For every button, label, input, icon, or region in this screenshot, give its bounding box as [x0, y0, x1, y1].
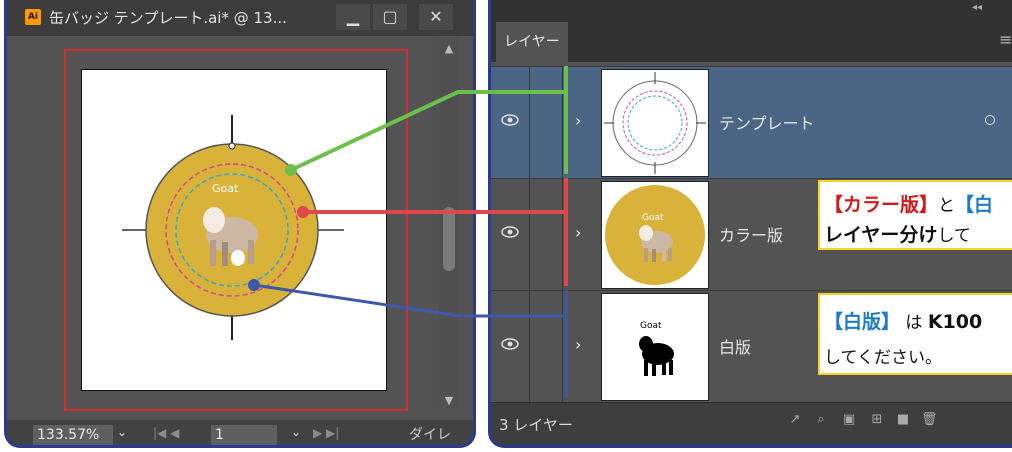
callout-layer-split: レイヤー分け: [824, 224, 938, 246]
callout-line-2: してください。: [824, 348, 942, 368]
callout-connector: は: [900, 313, 928, 333]
callout-line-1: 【カラー版】と【白: [824, 190, 993, 217]
callout-k100: K100: [927, 311, 983, 333]
callout-line-2: レイヤー分けして: [824, 220, 971, 247]
callout-connector: と: [938, 196, 956, 216]
callout-white-label: 【白版】: [824, 311, 901, 333]
callout-white-label: 【白: [955, 194, 994, 216]
callout-color-layers: 【カラー版】と【白 レイヤー分けして: [818, 180, 1012, 250]
callout-color-label: 【カラー版】: [824, 194, 939, 216]
callout-white-layer: 【白版】 は K100 してください。: [818, 293, 1012, 375]
callout-line-1: 【白版】 は K100: [824, 307, 982, 334]
callout-rest: して: [937, 226, 971, 246]
